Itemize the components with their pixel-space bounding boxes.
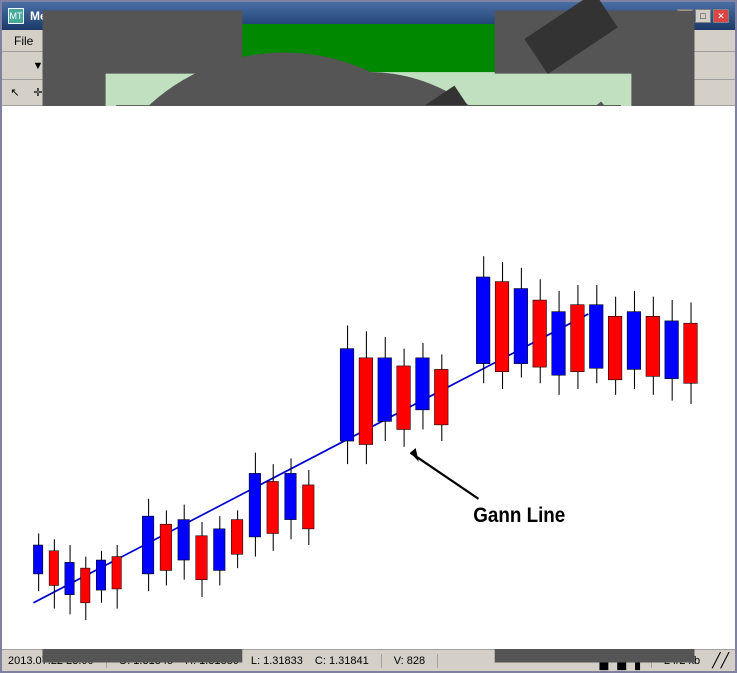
svg-text:Gann Line: Gann Line [473,504,565,527]
main-window: MT MetaTrader 4 ─ □ ✕ File View Insert C… [0,0,737,673]
fibonacci-tool[interactable] [154,82,176,104]
candlestick-chart: Gann Line [2,106,735,649]
chart-area[interactable]: Gann Line [2,106,735,649]
toolbar-drawing: ↖ ✛ | — ╱ A T ⬆ M1 M5 M15 M30 H1 H4 D1 W… [2,80,735,106]
